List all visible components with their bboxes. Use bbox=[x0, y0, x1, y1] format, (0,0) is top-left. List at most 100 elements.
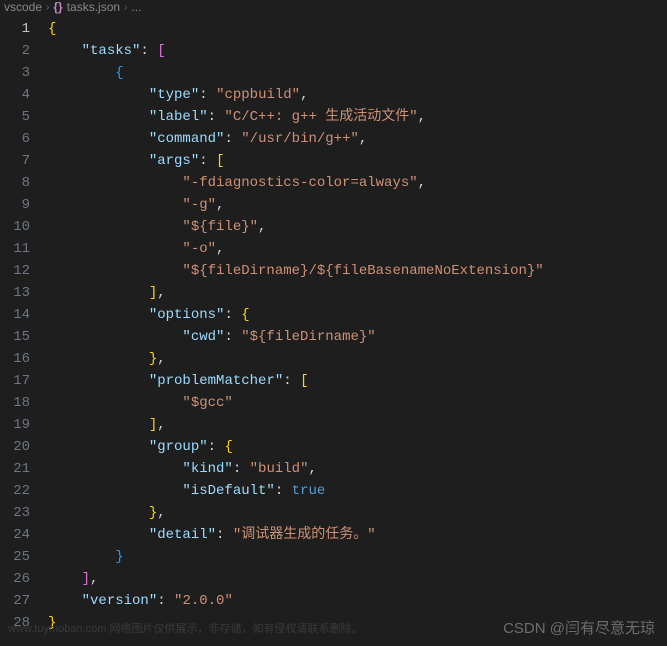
token-punct: : bbox=[275, 483, 292, 499]
code-line[interactable]: }, bbox=[48, 502, 667, 524]
line-number: 1 bbox=[0, 18, 30, 40]
line-number: 13 bbox=[0, 282, 30, 304]
code-line[interactable]: "tasks": [ bbox=[48, 40, 667, 62]
breadcrumb-folder[interactable]: vscode bbox=[4, 0, 42, 14]
token-punct: : bbox=[224, 131, 241, 147]
line-number: 12 bbox=[0, 260, 30, 282]
line-number: 7 bbox=[0, 150, 30, 172]
code-line[interactable]: { bbox=[48, 62, 667, 84]
token-key: "cwd" bbox=[182, 329, 224, 345]
code-line[interactable]: "${fileDirname}/${fileBasenameNoExtensio… bbox=[48, 260, 667, 282]
token-punct: , bbox=[157, 417, 165, 433]
code-line[interactable]: "group": { bbox=[48, 436, 667, 458]
line-number: 9 bbox=[0, 194, 30, 216]
token-string: "2.0.0" bbox=[174, 593, 233, 609]
code-line[interactable]: "-g", bbox=[48, 194, 667, 216]
token-punct: , bbox=[216, 241, 224, 257]
line-number: 10 bbox=[0, 216, 30, 238]
code-line[interactable]: "isDefault": true bbox=[48, 480, 667, 502]
token-brace: ] bbox=[149, 417, 157, 433]
chevron-right-icon: › bbox=[46, 2, 49, 13]
token-string: "调试器生成的任务。" bbox=[233, 527, 376, 543]
token-bracket: [ bbox=[157, 43, 165, 59]
breadcrumb[interactable]: vscode › {} tasks.json › ... bbox=[0, 0, 667, 14]
line-number: 3 bbox=[0, 62, 30, 84]
code-line[interactable]: "${file}", bbox=[48, 216, 667, 238]
line-number: 22 bbox=[0, 480, 30, 502]
code-line[interactable]: ], bbox=[48, 568, 667, 590]
token-string: "cppbuild" bbox=[216, 87, 300, 103]
token-string: "${file}" bbox=[182, 219, 258, 235]
token-punct: , bbox=[300, 87, 308, 103]
token-string: "/usr/bin/g++" bbox=[241, 131, 359, 147]
token-punct: , bbox=[157, 505, 165, 521]
token-key: "group" bbox=[149, 439, 208, 455]
line-number: 17 bbox=[0, 370, 30, 392]
token-brace: { bbox=[224, 439, 232, 455]
code-line[interactable]: "args": [ bbox=[48, 150, 667, 172]
code-line[interactable]: "problemMatcher": [ bbox=[48, 370, 667, 392]
chevron-right-icon: › bbox=[124, 2, 127, 13]
token-key: "detail" bbox=[149, 527, 216, 543]
token-punct: , bbox=[216, 197, 224, 213]
code-line[interactable]: "type": "cppbuild", bbox=[48, 84, 667, 106]
code-line[interactable]: "detail": "调试器生成的任务。" bbox=[48, 524, 667, 546]
breadcrumb-file[interactable]: tasks.json bbox=[67, 0, 120, 14]
token-key: "version" bbox=[82, 593, 158, 609]
token-punct: , bbox=[359, 131, 367, 147]
token-punct: , bbox=[418, 175, 426, 191]
token-punct: : bbox=[208, 109, 225, 125]
token-brace: ] bbox=[149, 285, 157, 301]
token-key: "tasks" bbox=[82, 43, 141, 59]
token-punct: , bbox=[258, 219, 266, 235]
line-number: 25 bbox=[0, 546, 30, 568]
breadcrumb-trail[interactable]: ... bbox=[131, 0, 141, 14]
token-keyword: true bbox=[292, 483, 326, 499]
token-brace: { bbox=[241, 307, 249, 323]
code-line[interactable]: ], bbox=[48, 414, 667, 436]
json-file-icon: {} bbox=[53, 0, 62, 14]
token-key: "type" bbox=[149, 87, 199, 103]
token-punct: , bbox=[418, 109, 426, 125]
token-key: "problemMatcher" bbox=[149, 373, 283, 389]
line-number: 2 bbox=[0, 40, 30, 62]
token-bracket2: } bbox=[115, 549, 123, 565]
code-line[interactable]: }, bbox=[48, 348, 667, 370]
line-number: 4 bbox=[0, 84, 30, 106]
line-number: 5 bbox=[0, 106, 30, 128]
token-punct: , bbox=[157, 351, 165, 367]
code-line[interactable]: "-fdiagnostics-color=always", bbox=[48, 172, 667, 194]
code-line[interactable]: "options": { bbox=[48, 304, 667, 326]
token-string: "build" bbox=[250, 461, 309, 477]
code-line[interactable]: "version": "2.0.0" bbox=[48, 590, 667, 612]
token-string: "-o" bbox=[182, 241, 216, 257]
token-string: "${fileDirname}/${fileBasenameNoExtensio… bbox=[182, 263, 543, 279]
token-punct: , bbox=[90, 571, 98, 587]
token-punct: : bbox=[224, 329, 241, 345]
token-brace: } bbox=[149, 351, 157, 367]
code-line[interactable]: "command": "/usr/bin/g++", bbox=[48, 128, 667, 150]
code-content[interactable]: { "tasks": [ { "type": "cppbuild", "labe… bbox=[40, 14, 667, 646]
code-line[interactable]: "-o", bbox=[48, 238, 667, 260]
line-number: 26 bbox=[0, 568, 30, 590]
code-line[interactable]: } bbox=[48, 546, 667, 568]
code-line[interactable]: "kind": "build", bbox=[48, 458, 667, 480]
code-line[interactable]: "label": "C/C++: g++ 生成活动文件", bbox=[48, 106, 667, 128]
token-string: "$gcc" bbox=[182, 395, 232, 411]
code-line[interactable]: { bbox=[48, 18, 667, 40]
line-number: 23 bbox=[0, 502, 30, 524]
line-number: 6 bbox=[0, 128, 30, 150]
token-punct: : bbox=[233, 461, 250, 477]
code-line[interactable]: ], bbox=[48, 282, 667, 304]
code-line[interactable]: "$gcc" bbox=[48, 392, 667, 414]
token-key: "kind" bbox=[182, 461, 232, 477]
token-key: "label" bbox=[149, 109, 208, 125]
line-number: 11 bbox=[0, 238, 30, 260]
token-bracket: ] bbox=[82, 571, 90, 587]
line-number-gutter: 1234567891011121314151617181920212223242… bbox=[0, 14, 40, 646]
token-punct: : bbox=[216, 527, 233, 543]
token-key: "args" bbox=[149, 153, 199, 169]
code-line[interactable]: "cwd": "${fileDirname}" bbox=[48, 326, 667, 348]
code-editor[interactable]: 1234567891011121314151617181920212223242… bbox=[0, 14, 667, 646]
token-punct: : bbox=[224, 307, 241, 323]
